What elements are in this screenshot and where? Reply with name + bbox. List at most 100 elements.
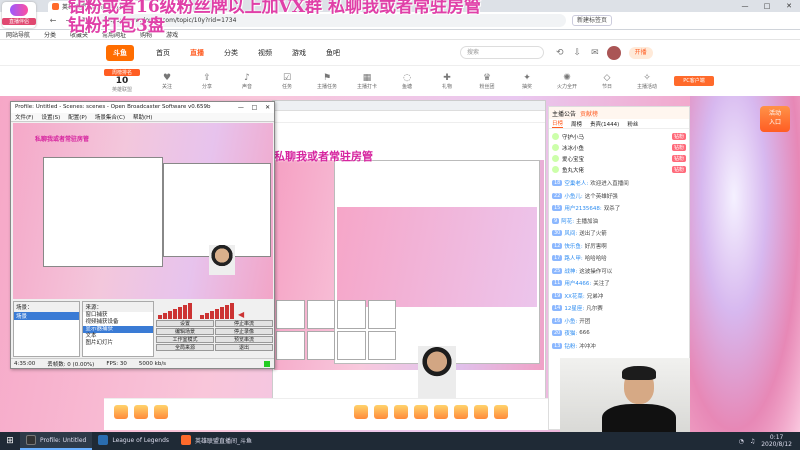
gift-icon[interactable] bbox=[134, 405, 148, 419]
side-event-badge[interactable]: 活动 入口 bbox=[760, 106, 790, 132]
start-button[interactable]: ⊞ bbox=[0, 432, 20, 450]
source-item[interactable]: 图片幻灯片 bbox=[83, 340, 152, 347]
gift-icon[interactable] bbox=[114, 405, 128, 419]
tool-task[interactable]: ☑ 任务 bbox=[274, 73, 300, 90]
live-app-logo: 直播伴侣 bbox=[2, 2, 36, 28]
source-item[interactable]: 文本 bbox=[83, 333, 152, 340]
tool-follow[interactable]: ♥ 关注 bbox=[154, 73, 180, 90]
tab-fans[interactable]: 粉丝 bbox=[627, 120, 638, 128]
nav-game[interactable]: 游戏 bbox=[292, 48, 306, 58]
rank-row[interactable]: 守护小马 钻粉 bbox=[552, 131, 686, 142]
obs-status-bar: 4:35:00 丢帧数: 0 (0.00%) FPS: 30 5000 kb/s bbox=[11, 358, 274, 368]
obs-global-sources-button[interactable]: 全局来源 bbox=[155, 344, 214, 351]
gift-icon[interactable] bbox=[454, 405, 468, 419]
scenes-label: 场景： bbox=[14, 302, 80, 312]
scene-item[interactable]: 场景 bbox=[14, 312, 80, 320]
close-window-button[interactable]: ✕ bbox=[778, 0, 800, 12]
tool-lottery[interactable]: ✦ 抽奖 bbox=[514, 73, 540, 90]
gift-icon[interactable] bbox=[374, 405, 388, 419]
network-icon[interactable]: ◔ bbox=[739, 438, 744, 445]
obs-titlebar[interactable]: Profile: Untitled - Scenes: scenes - Ope… bbox=[11, 102, 274, 113]
download-icon[interactable]: ⇩ bbox=[574, 48, 582, 58]
obs-preview[interactable]: 私聊我或者常驻房管 bbox=[13, 123, 273, 299]
gift-icon[interactable] bbox=[354, 405, 368, 419]
tool-gift[interactable]: ✚ 礼物 bbox=[434, 73, 460, 90]
nav-live[interactable]: 直播 bbox=[190, 48, 204, 58]
nav-video[interactable]: 视频 bbox=[258, 48, 272, 58]
chat-message: 20 夜猫: 666 bbox=[552, 330, 590, 338]
tool-festival[interactable]: ◇ 节日 bbox=[594, 73, 620, 90]
tool-fans[interactable]: ♛ 粉丝团 bbox=[474, 73, 500, 90]
tab-weekly[interactable]: 周榜 bbox=[571, 120, 582, 128]
status-time: 4:35:00 bbox=[14, 360, 36, 367]
rank-row[interactable]: 鱼丸大佬 钻粉 bbox=[552, 164, 686, 175]
obs-edit-scene-button[interactable]: 编辑场景 bbox=[155, 328, 214, 335]
clock[interactable]: 0:17 2020/8/12 bbox=[761, 434, 792, 448]
tool-fire[interactable]: ✺ 火力全开 bbox=[554, 73, 580, 90]
obs-minimize-button[interactable]: — bbox=[238, 102, 244, 113]
taskbar-item-obs[interactable]: Profile: Untitled bbox=[20, 432, 93, 450]
star-icon: ✦ bbox=[523, 72, 531, 83]
tool-sound[interactable]: ♪ 声音 bbox=[234, 73, 260, 90]
streamer-webcam bbox=[560, 358, 690, 432]
message-icon[interactable]: ✉ bbox=[591, 48, 599, 58]
tool-event[interactable]: ✧ 主播活动 bbox=[634, 73, 660, 90]
tool-share[interactable]: ⇪ 分享 bbox=[194, 73, 220, 90]
obs-close-button[interactable]: ✕ bbox=[265, 102, 270, 113]
tab-daily[interactable]: 日榜 bbox=[552, 119, 564, 128]
source-item[interactable]: 窗口捕获 bbox=[83, 312, 152, 319]
bookmark-item[interactable]: 网站导航 bbox=[6, 30, 30, 39]
obs-preview-stream-button[interactable]: 预览串流 bbox=[214, 336, 274, 343]
cloud-logo-icon bbox=[10, 4, 28, 16]
obs-stop-record-button[interactable]: 停止录像 bbox=[214, 328, 274, 335]
gift-icon[interactable] bbox=[414, 405, 428, 419]
pc-client-button[interactable]: PC客户端 bbox=[674, 76, 714, 86]
nav-yuba[interactable]: 鱼吧 bbox=[326, 48, 340, 58]
calendar-icon: ▦ bbox=[362, 72, 372, 83]
gift-icon[interactable] bbox=[394, 405, 408, 419]
taskbar-item-browser[interactable]: 英雄联盟直播间_斗鱼 bbox=[175, 432, 258, 450]
site-search-input[interactable]: 搜索 bbox=[460, 46, 544, 59]
obs-studio-mode-button[interactable]: 工作室模式 bbox=[155, 336, 214, 343]
obs-menu-file[interactable]: 文件(F) bbox=[15, 113, 33, 121]
weekly-rank[interactable]: 周榜排名 10 英雄联盟 bbox=[104, 69, 140, 93]
rank-row[interactable]: 爱心宝宝 钻粉 bbox=[552, 153, 686, 164]
bookmark-item[interactable]: 分类 bbox=[44, 30, 56, 39]
gift-icon[interactable] bbox=[434, 405, 448, 419]
tool-anchor-task[interactable]: ⚑ 主播任务 bbox=[314, 73, 340, 90]
contribution-tag[interactable]: 贡献榜 bbox=[580, 109, 598, 118]
tool-fishpond[interactable]: ◌ 鱼塘 bbox=[394, 73, 420, 90]
obs-settings-button[interactable]: 设置 bbox=[155, 320, 214, 327]
tool-checkin[interactable]: ▦ 主播打卡 bbox=[354, 73, 380, 90]
new-tab-button[interactable]: 新建标签页 bbox=[572, 15, 613, 26]
user-avatar[interactable] bbox=[606, 45, 621, 60]
obs-menu-scenes[interactable]: 场景集合(C) bbox=[95, 113, 125, 121]
obs-menu-settings[interactable]: 设置(S) bbox=[41, 113, 60, 121]
gift-icon[interactable] bbox=[154, 405, 168, 419]
nav-home[interactable]: 首页 bbox=[156, 48, 170, 58]
taskbar-item-lol[interactable]: League of Legends bbox=[92, 432, 175, 450]
tab-vip[interactable]: 贵宾(1444) bbox=[590, 120, 619, 128]
obs-menu-profile[interactable]: 配置(P) bbox=[68, 113, 87, 121]
gift-icon[interactable] bbox=[494, 405, 508, 419]
source-item[interactable]: 视频捕获设备 bbox=[83, 319, 152, 326]
start-live-button[interactable]: 开播 bbox=[628, 46, 653, 59]
source-item[interactable]: 显示器捕获 bbox=[83, 326, 153, 333]
obs-title: Profile: Untitled - Scenes: scenes - Ope… bbox=[15, 104, 211, 110]
history-icon[interactable]: ⟲ bbox=[556, 48, 564, 58]
obs-menu-help[interactable]: 帮助(H) bbox=[133, 113, 152, 121]
gift-icon[interactable] bbox=[474, 405, 488, 419]
nav-category[interactable]: 分类 bbox=[224, 48, 238, 58]
rank-row[interactable]: 冰冰小鱼 钻粉 bbox=[552, 142, 686, 153]
obs-exit-button[interactable]: 退出 bbox=[214, 344, 274, 351]
douyu-logo[interactable]: 斗鱼 bbox=[106, 44, 134, 61]
speaker-icon[interactable]: ◀ bbox=[238, 310, 244, 319]
room-info-row: 周榜排名 10 英雄联盟 ♥ 关注 ⇪ 分享 ♪ 声音 ☑ 任务 ⚑ 主播任务 ▦ 主播打卡… bbox=[0, 66, 800, 96]
obs-maximize-button[interactable]: □ bbox=[252, 102, 258, 113]
status-drop: 丢帧数: 0 (0.00%) bbox=[47, 361, 95, 368]
back-button[interactable]: ← bbox=[48, 16, 58, 25]
volume-icon[interactable]: ♫ bbox=[750, 438, 755, 445]
obs-stop-stream-button[interactable]: 停止串流 bbox=[214, 320, 274, 327]
minimize-button[interactable]: — bbox=[734, 0, 756, 12]
maximize-button[interactable]: □ bbox=[756, 0, 778, 12]
